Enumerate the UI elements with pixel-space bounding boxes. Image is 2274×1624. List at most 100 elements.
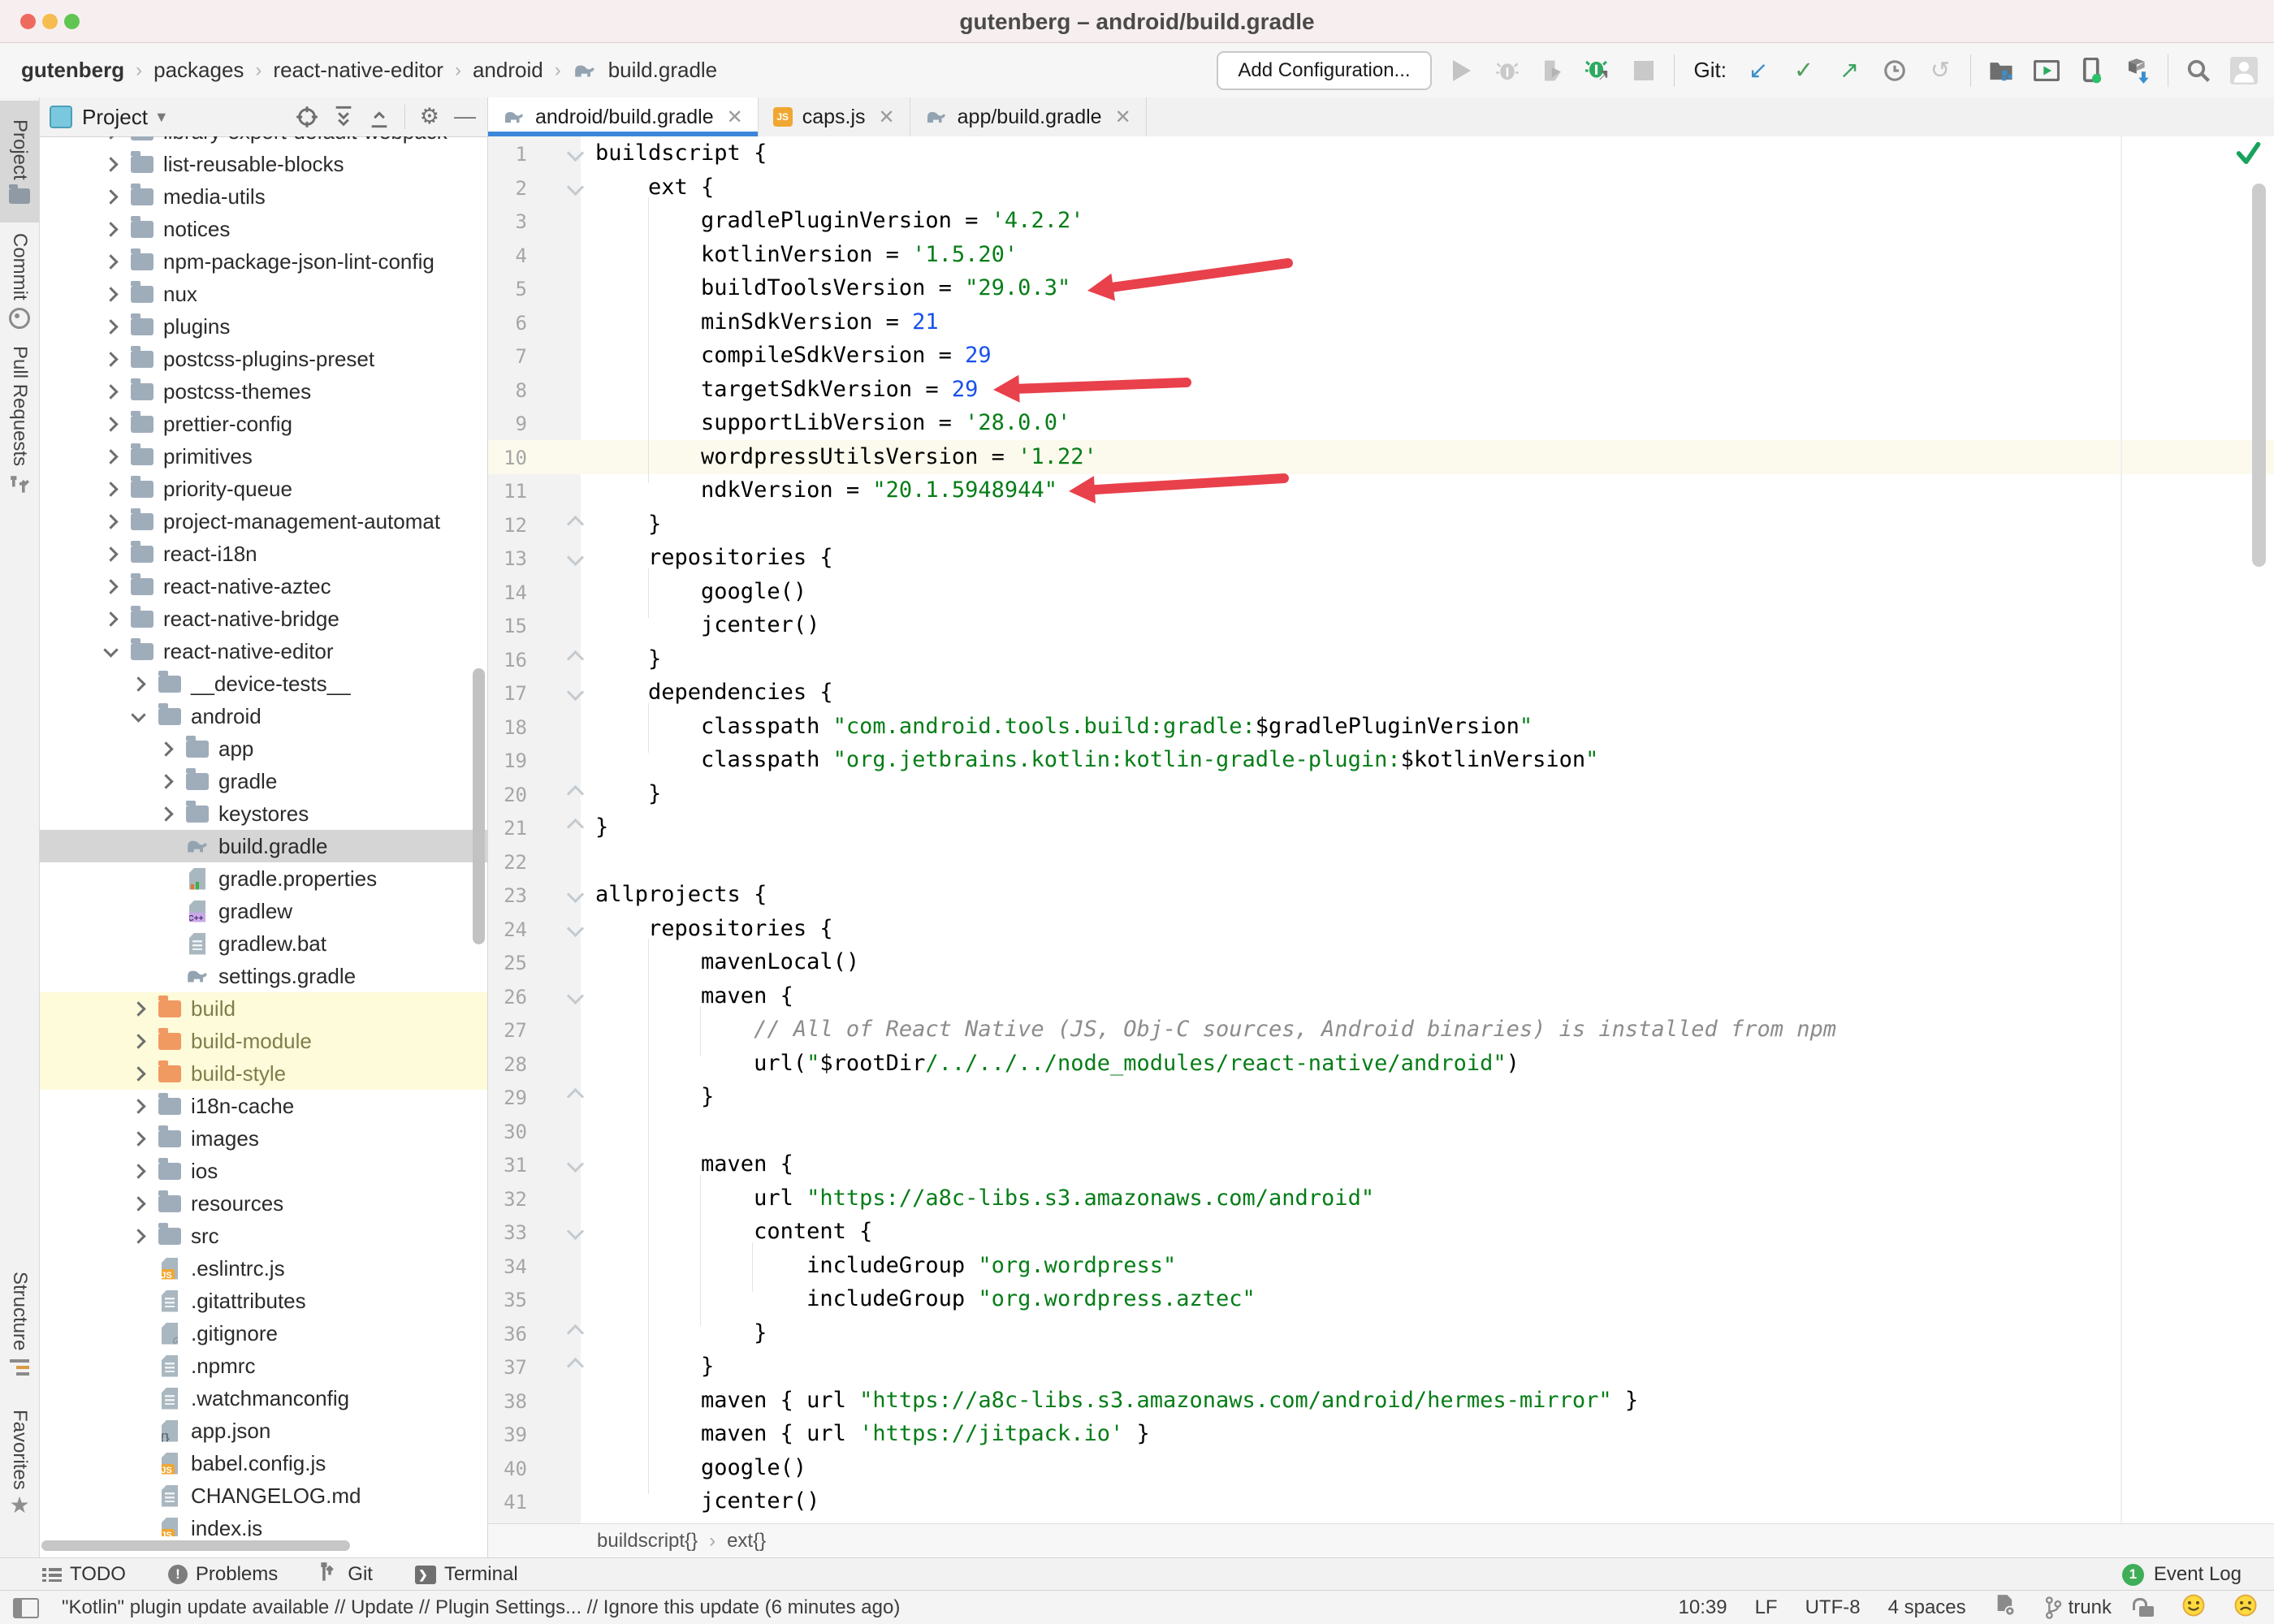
tree-item-gradlew.bat[interactable]: gradlew.bat [40,927,487,960]
chevron-right-icon[interactable] [102,543,123,564]
tree-item-babel.config.js[interactable]: JS babel.config.js [40,1447,487,1479]
locate-file-icon[interactable] [296,106,318,128]
tree-item-prettier-config[interactable]: prettier-config [40,408,487,440]
code-line-1[interactable]: buildscript { [595,136,767,171]
tree-item-i18n-cache[interactable]: i18n-cache [40,1090,487,1122]
breadcrumb-project[interactable]: gutenberg [21,58,124,83]
code-line-25[interactable]: mavenLocal() [595,945,859,979]
tree-item-priority-queue[interactable]: priority-queue [40,473,487,505]
chevron-right-icon[interactable] [157,803,178,824]
tree-item-postcss-plugins-preset[interactable]: postcss-plugins-preset [40,343,487,375]
code-line-36[interactable]: } [595,1316,767,1350]
line-number-22[interactable]: 22 [488,851,527,874]
tree-item-__device-tests__[interactable]: __device-tests__ [40,667,487,700]
line-number-27[interactable]: 27 [488,1019,527,1042]
close-tab-icon[interactable]: ✕ [727,106,743,129]
collapse-all-icon[interactable] [369,106,390,128]
status-message[interactable]: "Kotlin" plugin update available // Upda… [62,1596,900,1619]
line-number-10[interactable]: 10 [488,447,527,469]
code-line-18[interactable]: classpath "com.android.tools.build:gradl… [595,710,1533,744]
code-line-32[interactable]: url "https://a8c-libs.s3.amazonaws.com/a… [595,1181,1374,1216]
tree-item-.gitignore[interactable]: ⊘ .gitignore [40,1317,487,1350]
chevron-down-icon[interactable] [129,706,150,727]
feedback-sad-icon[interactable] [2233,1593,2258,1623]
chevron-right-icon[interactable] [129,1225,150,1246]
line-number-13[interactable]: 13 [488,547,527,570]
line-number-30[interactable]: 30 [488,1121,527,1143]
code-line-37[interactable]: } [595,1350,714,1384]
line-number-40[interactable]: 40 [488,1458,527,1480]
git-push-icon[interactable]: ↗ [1834,55,1865,86]
chevron-right-icon[interactable] [129,673,150,694]
tree-item-react-native-aztec[interactable]: react-native-aztec [40,570,487,603]
tree-item-build[interactable]: build [40,992,487,1025]
line-number-12[interactable]: 12 [488,514,527,537]
tree-item-index.js[interactable]: JS index.js [40,1512,487,1536]
code-line-4[interactable]: kotlinVersion = '1.5.20' [595,238,1018,272]
tree-item-list-reusable-blocks[interactable]: list-reusable-blocks [40,148,487,180]
code-line-17[interactable]: dependencies { [595,676,833,710]
line-number-38[interactable]: 38 [488,1390,527,1413]
chevron-right-icon[interactable] [102,381,123,402]
chevron-right-icon[interactable] [102,478,123,499]
line-number-14[interactable]: 14 [488,581,527,604]
hide-panel-icon[interactable]: — [454,104,476,129]
tree-item-android[interactable]: android [40,700,487,732]
code-line-41[interactable]: jcenter() [595,1484,819,1518]
chevron-right-icon[interactable] [102,251,123,272]
tree-vertical-scrollbar[interactable] [473,668,485,944]
breadcrumb-android[interactable]: android [473,58,543,83]
line-number-19[interactable]: 19 [488,749,527,772]
code-line-2[interactable]: ext { [595,171,714,205]
tree-item-project-management-automat[interactable]: project-management-automat [40,505,487,538]
unlock-icon[interactable] [2133,1597,2154,1617]
avd-manager-icon[interactable] [2031,55,2062,86]
line-number-1[interactable]: 1 [488,143,527,166]
code-line-9[interactable]: supportLibVersion = '28.0.0' [595,406,1070,440]
chevron-right-icon[interactable] [129,1128,150,1149]
chevron-right-icon[interactable] [102,153,123,175]
chevron-right-icon[interactable] [102,218,123,240]
chevron-down-icon[interactable] [102,641,123,662]
line-number-4[interactable]: 4 [488,244,527,267]
code-line-26[interactable]: maven { [595,979,793,1013]
code-line-14[interactable]: google() [595,575,806,609]
chevron-right-icon[interactable] [102,446,123,467]
code-editor[interactable]: 1 buildscript {2 ext {3 gradlePluginVersi… [488,136,2274,1523]
stripe-tab-project[interactable]: Project [0,101,39,222]
feedback-happy-icon[interactable] [2181,1593,2206,1623]
tree-item-media-utils[interactable]: media-utils [40,180,487,213]
tree-item-notices[interactable]: notices [40,213,487,245]
git-commit-icon[interactable]: ✓ [1788,55,1819,86]
chevron-right-icon[interactable] [129,1063,150,1084]
tree-item-.watchmanconfig[interactable]: .watchmanconfig [40,1382,487,1415]
avatar[interactable] [2229,55,2259,86]
tree-item-settings.gradle[interactable]: settings.gradle [40,960,487,992]
chevron-right-icon[interactable] [102,576,123,597]
breadcrumb-ext[interactable]: ext{} [727,1530,766,1553]
tree-item-build-style[interactable]: build-style [40,1057,487,1090]
add-configuration-button[interactable]: Add Configuration... [1217,50,1432,90]
code-line-23[interactable]: allprojects { [595,878,767,912]
line-number-5[interactable]: 5 [488,278,527,300]
code-line-20[interactable]: } [595,777,661,811]
code-line-13[interactable]: repositories { [595,541,833,575]
chevron-right-icon[interactable] [102,283,123,304]
line-number-18[interactable]: 18 [488,716,527,739]
line-number-9[interactable]: 9 [488,412,527,435]
tree-item-react-i18n[interactable]: react-i18n [40,538,487,570]
code-line-19[interactable]: classpath "org.jetbrains.kotlin:kotlin-g… [595,743,1598,777]
tree-item-.eslintrc.js[interactable]: JS .eslintrc.js [40,1252,487,1285]
file-settings-icon[interactable] [1994,1594,2017,1622]
stripe-tab-favorites[interactable]: Favorites ★ [0,1397,39,1527]
tree-item-primitives[interactable]: primitives [40,440,487,473]
code-line-6[interactable]: minSdkVersion = 21 [595,305,939,339]
code-line-5[interactable]: buildToolsVersion = "29.0.3" [595,271,1070,305]
chevron-right-icon[interactable] [102,186,123,207]
tree-item-keystores[interactable]: keystores [40,797,487,830]
close-tab-icon[interactable]: ✕ [1115,106,1131,129]
tree-item-build-module[interactable]: build-module [40,1025,487,1057]
tree-item-library-export-default-webpack[interactable]: library-export-default-webpack [40,136,487,148]
code-line-28[interactable]: url("$rootDir/../../../node_modules/reac… [595,1047,1520,1081]
tree-item-.npmrc[interactable]: .npmrc [40,1350,487,1382]
